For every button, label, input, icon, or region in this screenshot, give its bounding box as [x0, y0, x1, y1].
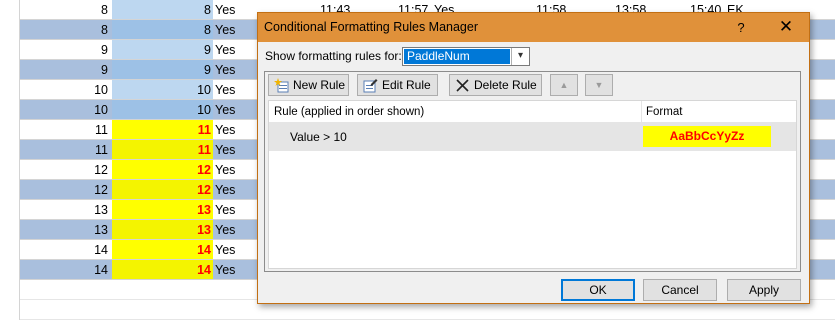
delete-icon — [456, 79, 469, 92]
new-rule-button[interactable]: New Rule — [268, 74, 349, 96]
cell[interactable] — [112, 280, 213, 300]
cell[interactable]: 10 — [112, 80, 213, 100]
cell[interactable]: 14 — [112, 240, 213, 260]
cell[interactable]: 8 — [20, 0, 112, 20]
dialog-title-bar[interactable]: Conditional Formatting Rules Manager ? ✕ — [258, 13, 809, 42]
cell[interactable]: 10 — [20, 100, 112, 120]
help-button[interactable]: ? — [728, 13, 754, 42]
edit-rule-label: Edit Rule — [382, 78, 431, 92]
cell[interactable]: 10 — [112, 100, 213, 120]
row-gutter — [0, 220, 20, 240]
edit-rule-icon — [363, 79, 378, 93]
format-preview[interactable]: AaBbCcYyZz — [643, 126, 771, 147]
delete-rule-label: Delete Rule — [474, 78, 537, 92]
cell[interactable]: 9 — [20, 60, 112, 80]
edit-rule-button[interactable]: Edit Rule — [357, 74, 438, 96]
cell[interactable]: 11 — [112, 140, 213, 160]
delete-rule-button[interactable]: Delete Rule — [449, 74, 542, 96]
move-down-icon: ▼ — [594, 80, 604, 90]
new-rule-icon — [274, 78, 289, 93]
move-down-button[interactable]: ▼ — [585, 74, 613, 96]
cell[interactable]: 13 — [20, 220, 112, 240]
rule-condition: Value > 10 — [290, 130, 347, 144]
cell[interactable]: 8 — [112, 20, 213, 40]
cell[interactable]: 12 — [112, 180, 213, 200]
cell[interactable]: 14 — [20, 240, 112, 260]
show-rules-for-select[interactable]: PaddleNum ▾ — [402, 47, 530, 66]
cell[interactable]: 9 — [112, 60, 213, 80]
cell[interactable]: 14 — [20, 260, 112, 280]
cell[interactable] — [112, 300, 213, 320]
row-gutter — [0, 140, 20, 160]
cell[interactable]: 12 — [112, 160, 213, 180]
rules-panel: New Rule Edit Rule Delete Rule ▲ ▼ Rule … — [264, 71, 801, 272]
column-header-rule[interactable]: Rule (applied in order shown) — [269, 101, 642, 123]
move-up-button[interactable]: ▲ — [550, 74, 578, 96]
cell[interactable]: 13 — [112, 220, 213, 240]
ok-button[interactable]: OK — [561, 279, 635, 301]
cell[interactable]: 11 — [20, 120, 112, 140]
cancel-button[interactable]: Cancel — [643, 279, 717, 301]
row-gutter — [0, 60, 20, 80]
row-gutter — [0, 300, 20, 320]
new-rule-label: New Rule — [293, 78, 346, 92]
cell[interactable] — [20, 300, 112, 320]
row-gutter — [0, 120, 20, 140]
move-up-icon: ▲ — [559, 80, 569, 90]
row-gutter — [0, 200, 20, 220]
row-gutter — [0, 160, 20, 180]
column-header-format[interactable]: Format — [642, 101, 796, 123]
cell[interactable]: 10 — [20, 80, 112, 100]
cell[interactable]: 11 — [112, 120, 213, 140]
apply-button[interactable]: Apply — [727, 279, 801, 301]
cell[interactable]: 12 — [20, 180, 112, 200]
row-gutter — [0, 240, 20, 260]
rules-list[interactable]: Rule (applied in order shown) Format Val… — [268, 100, 797, 269]
show-rules-label: Show formatting rules for: — [265, 49, 402, 63]
cell[interactable]: 9 — [112, 40, 213, 60]
cell[interactable]: 11 — [20, 140, 112, 160]
row-gutter — [0, 20, 20, 40]
row-gutter — [0, 280, 20, 300]
cell[interactable]: 8 — [112, 0, 213, 20]
cell[interactable]: 13 — [112, 200, 213, 220]
row-gutter — [0, 80, 20, 100]
cell[interactable] — [20, 280, 112, 300]
cell[interactable]: 12 — [20, 160, 112, 180]
cell[interactable]: 8 — [20, 20, 112, 40]
row-gutter — [0, 260, 20, 280]
row-gutter — [0, 100, 20, 120]
dialog-title: Conditional Formatting Rules Manager — [264, 20, 478, 34]
rule-row[interactable]: Value > 10 AaBbCcYyZz — [269, 123, 796, 151]
chevron-down-icon[interactable]: ▾ — [511, 48, 529, 65]
row-gutter — [0, 0, 20, 20]
cell[interactable]: 14 — [112, 260, 213, 280]
cell[interactable]: 9 — [20, 40, 112, 60]
close-button[interactable]: ✕ — [766, 13, 806, 42]
row-gutter — [0, 40, 20, 60]
conditional-formatting-dialog: Conditional Formatting Rules Manager ? ✕… — [257, 12, 810, 304]
cell[interactable]: 13 — [20, 200, 112, 220]
show-rules-for-value[interactable]: PaddleNum — [404, 49, 510, 64]
row-gutter — [0, 180, 20, 200]
